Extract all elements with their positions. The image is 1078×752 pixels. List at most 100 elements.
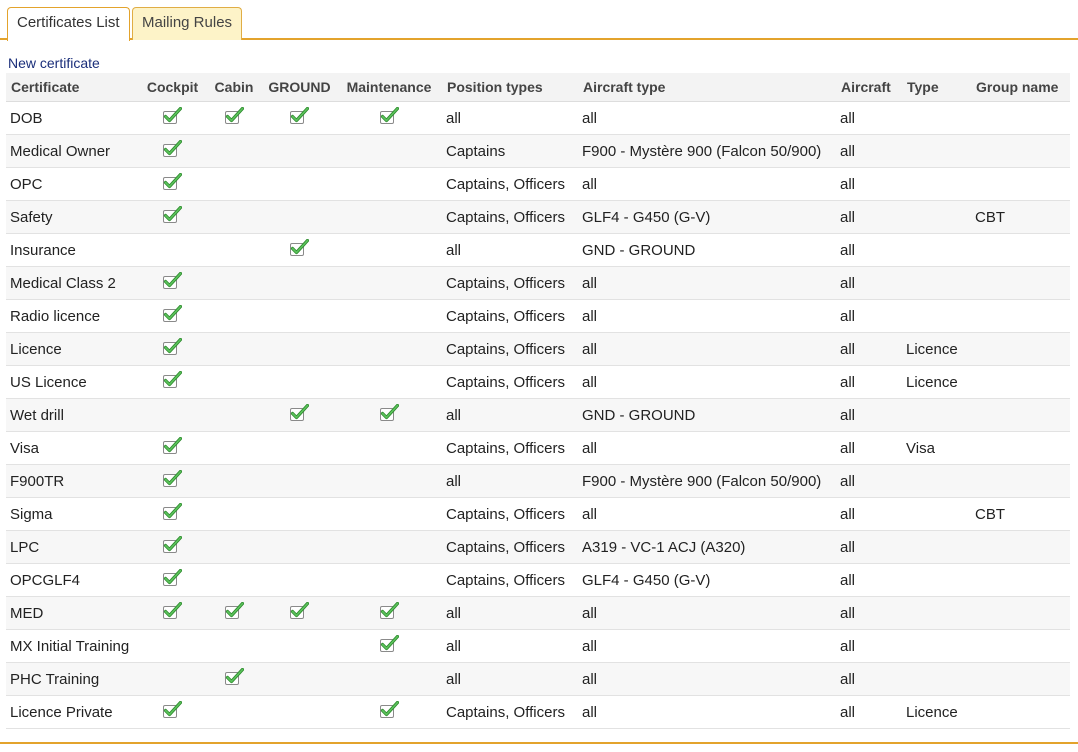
cell-aircraft: all	[836, 134, 902, 168]
table-row[interactable]: OPCGLF4 Captains, Officers GLF4 - G450 (G-…	[6, 563, 1070, 597]
cell-group-name: CBT	[971, 200, 1070, 234]
table-row[interactable]: Medical Class 2 Captains, Officers all all	[6, 266, 1070, 300]
table-row[interactable]: Visa Captains, Officers all all Visa	[6, 431, 1070, 465]
cell-certificate[interactable]: LPC	[6, 530, 140, 564]
cell-certificate[interactable]: Safety	[6, 200, 140, 234]
cell-position-types: Captains, Officers	[442, 365, 578, 399]
cell-certificate[interactable]: OPCGLF4	[6, 563, 140, 597]
cell-ground	[263, 299, 336, 333]
checkmark-icon	[379, 701, 399, 719]
cell-type	[902, 563, 971, 597]
table-row[interactable]: F900TR all F900 - Mystère 900 (Falcon 50/9…	[6, 464, 1070, 498]
cell-maintenance	[336, 332, 442, 366]
table-row[interactable]: Licence Captains, Officers all all Licence	[6, 332, 1070, 366]
cell-group-name: CBT	[971, 497, 1070, 531]
cell-certificate[interactable]: Medical Owner	[6, 134, 140, 168]
table-row[interactable]: Safety Captains, Officers GLF4 - G450 (G-V…	[6, 200, 1070, 234]
cell-certificate[interactable]: Medical Class 2	[6, 266, 140, 300]
column-header-aircraft[interactable]: Aircraft	[836, 73, 902, 102]
cell-certificate[interactable]: Radio licence	[6, 299, 140, 333]
cell-aircraft: all	[836, 167, 902, 201]
cell-maintenance	[336, 563, 442, 597]
cell-group-name	[971, 332, 1070, 366]
cell-position-types: Captains, Officers	[442, 299, 578, 333]
cell-certificate[interactable]: Visa	[6, 431, 140, 465]
cell-position-types: all	[442, 398, 578, 432]
cell-certificate[interactable]: PHC Training	[6, 662, 140, 696]
cell-cabin	[205, 695, 263, 729]
cell-aircraft-type: A319 - VC-1 ACJ (A320)	[578, 530, 836, 564]
cell-cockpit	[140, 200, 205, 234]
cell-type: Licence	[902, 695, 971, 729]
cell-type	[902, 629, 971, 663]
column-header-cockpit[interactable]: Cockpit	[140, 73, 205, 102]
column-header-maintenance[interactable]: Maintenance	[336, 73, 442, 102]
column-header-aircraft-type[interactable]: Aircraft type	[578, 73, 836, 102]
table-row[interactable]: Licence Private Captains, Officers all all L…	[6, 695, 1070, 729]
cell-ground	[263, 629, 336, 663]
column-header-type[interactable]: Type	[902, 73, 971, 102]
cell-maintenance	[336, 596, 442, 630]
cell-cockpit	[140, 134, 205, 168]
table-row[interactable]: LPC Captains, Officers A319 - VC-1 ACJ (A3…	[6, 530, 1070, 564]
table-row[interactable]: Sigma Captains, Officers all all CBT	[6, 497, 1070, 531]
checkmark-icon	[224, 602, 244, 620]
cell-cockpit	[140, 233, 205, 267]
cell-group-name	[971, 134, 1070, 168]
table-row[interactable]: DOB all all all	[6, 101, 1070, 135]
column-header-cabin[interactable]: Cabin	[205, 73, 263, 102]
cell-position-types: all	[442, 101, 578, 135]
checkmark-icon	[163, 536, 182, 554]
cell-aircraft-type: all	[578, 299, 836, 333]
column-header-ground[interactable]: GROUND	[263, 73, 336, 102]
cell-group-name	[971, 299, 1070, 333]
table-row[interactable]: Radio licence Captains, Officers all all	[6, 299, 1070, 333]
cell-certificate[interactable]: DOB	[6, 101, 140, 135]
cell-certificate[interactable]: Sigma	[6, 497, 140, 531]
cell-cockpit	[140, 299, 205, 333]
cell-cockpit	[140, 530, 205, 564]
cell-type	[902, 233, 971, 267]
cell-certificate[interactable]: OPC	[6, 167, 140, 201]
table-row[interactable]: Medical Owner Captains F900 - Mystère 900 …	[6, 134, 1070, 168]
checkmark-icon	[290, 602, 309, 620]
cell-certificate[interactable]: F900TR	[6, 464, 140, 498]
cell-certificate[interactable]: MED	[6, 596, 140, 630]
cell-maintenance	[336, 365, 442, 399]
cell-group-name	[971, 695, 1070, 729]
table-row[interactable]: US Licence Captains, Officers all all Licenc…	[6, 365, 1070, 399]
cell-type	[902, 134, 971, 168]
cell-maintenance	[336, 695, 442, 729]
cell-position-types: Captains, Officers	[442, 530, 578, 564]
checkmark-icon	[163, 437, 182, 455]
tab-certificates-list[interactable]: Certificates List	[7, 7, 130, 41]
cell-aircraft-type: all	[578, 266, 836, 300]
cell-certificate[interactable]: Insurance	[6, 233, 140, 267]
cell-certificate[interactable]: Wet drill	[6, 398, 140, 432]
cell-ground	[263, 332, 336, 366]
table-row[interactable]: Insurance all GND - GROUND all	[6, 233, 1070, 267]
cell-ground	[263, 101, 336, 135]
cell-certificate[interactable]: MX Initial Training	[6, 629, 140, 663]
cell-cockpit	[140, 398, 205, 432]
cell-cabin	[205, 662, 263, 696]
column-header-certificate[interactable]: Certificate	[6, 73, 140, 102]
column-header-position-types[interactable]: Position types	[442, 73, 578, 102]
cell-certificate[interactable]: Licence Private	[6, 695, 140, 729]
checkmark-icon	[163, 503, 182, 521]
cell-certificate[interactable]: US Licence	[6, 365, 140, 399]
cell-certificate[interactable]: Licence	[6, 332, 140, 366]
cell-ground	[263, 596, 336, 630]
cell-type	[902, 398, 971, 432]
new-certificate-link[interactable]: New certificate	[8, 55, 100, 71]
cell-cabin	[205, 629, 263, 663]
column-header-group-name[interactable]: Group name	[971, 73, 1070, 102]
table-row[interactable]: MED all all all	[6, 596, 1070, 630]
checkmark-icon	[224, 107, 244, 125]
table-row[interactable]: PHC Training all all all	[6, 662, 1070, 696]
cell-maintenance	[336, 233, 442, 267]
table-row[interactable]: OPC Captains, Officers all all	[6, 167, 1070, 201]
table-row[interactable]: Wet drill all GND - GROUND all	[6, 398, 1070, 432]
tab-mailing-rules[interactable]: Mailing Rules	[132, 7, 243, 40]
table-row[interactable]: MX Initial Training all all all	[6, 629, 1070, 663]
